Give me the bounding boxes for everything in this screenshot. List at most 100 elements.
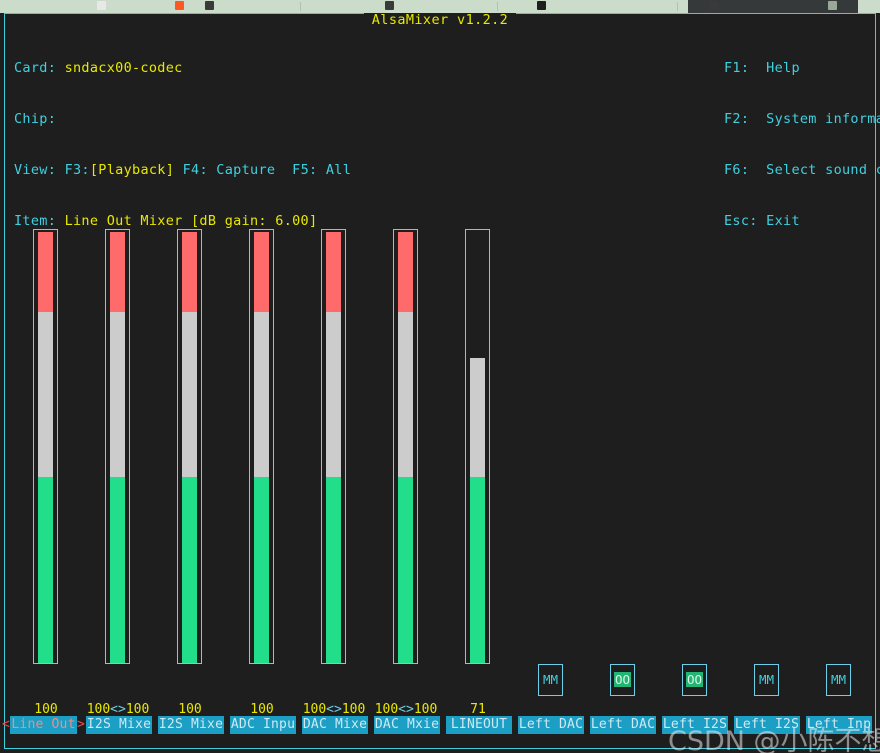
switch-label[interactable]: Left I2S: [734, 716, 800, 734]
tab-divider: [677, 2, 678, 11]
switch-state: OO: [613, 672, 632, 687]
volume-bar-green-segment: [326, 477, 341, 663]
volume-bar[interactable]: [249, 229, 274, 664]
volume-bar-green-segment: [182, 477, 197, 663]
channel-value: 100: [178, 702, 202, 717]
channel-value: 100: [34, 702, 58, 717]
volume-bar[interactable]: [33, 229, 58, 664]
selection-arrow-left: <: [2, 717, 10, 732]
switch-label[interactable]: Left DAC: [518, 716, 584, 734]
volume-bar-red-segment: [326, 232, 341, 312]
volume-bar-red-segment: [254, 232, 269, 312]
switch-box-left-i2s[interactable]: OO: [682, 664, 707, 696]
channel-value: 100<>100: [86, 702, 150, 717]
channel-label[interactable]: LINEOUT: [446, 716, 512, 734]
channel-label[interactable]: I2S Mixe: [158, 716, 224, 734]
alsamixer-screen: AlsaMixer v1.2.2 Card: sndacx00-codec Ch…: [0, 0, 880, 753]
switch-label[interactable]: Left Inp: [806, 716, 872, 734]
switch-label[interactable]: Left I2S: [662, 716, 728, 734]
switch-state: MM: [542, 672, 559, 687]
tab-favicon: [385, 1, 394, 10]
channel-value: 100<>100: [302, 702, 366, 717]
help-key: F1:: [724, 60, 750, 76]
volume-bar[interactable]: [393, 229, 418, 664]
help-row-f6[interactable]: F6: Select sound card: [724, 162, 880, 179]
channel-label[interactable]: DAC Mxie: [374, 716, 440, 734]
switch-state: MM: [758, 672, 775, 687]
volume-bar[interactable]: [105, 229, 130, 664]
tab-favicon: [828, 1, 837, 10]
view-label: View:: [14, 162, 57, 178]
switch-label[interactable]: Left DAC: [590, 716, 656, 734]
tab-divider: [300, 2, 301, 11]
help-key: F2:: [724, 111, 750, 127]
chip-row: Chip:: [14, 111, 351, 128]
help-text: Help: [766, 60, 800, 76]
volume-bar-grey-segment: [398, 312, 413, 477]
browser-tab[interactable]: [858, 0, 880, 13]
volume-bar-grey-segment: [110, 312, 125, 477]
volume-bar-green-segment: [470, 477, 485, 663]
channel-value: 100: [250, 702, 274, 717]
switch-state: MM: [830, 672, 847, 687]
volume-bar-grey-segment: [254, 312, 269, 477]
view-f3-key[interactable]: F3:: [65, 162, 90, 178]
tab-divider: [497, 2, 498, 11]
volume-bar-grey-segment: [470, 358, 485, 477]
channel-label[interactable]: DAC Mixe: [302, 716, 368, 734]
tab-favicon: [709, 1, 718, 10]
item-row: Item: Line Out Mixer [dB gain: 6.00]: [14, 213, 351, 230]
browser-tab[interactable]: [505, 0, 695, 13]
volume-bar[interactable]: [465, 229, 490, 664]
volume-bar-red-segment: [38, 232, 53, 312]
volume-bar-red-segment: [398, 232, 413, 312]
view-f4-key[interactable]: F4: Capture: [183, 162, 276, 178]
browser-tab[interactable]: [0, 0, 320, 13]
view-f5-key[interactable]: F5: All: [292, 162, 351, 178]
switch-box-left-i2s-2[interactable]: MM: [754, 664, 779, 696]
switch-box-left-input[interactable]: MM: [826, 664, 851, 696]
help-text: System information: [766, 111, 880, 127]
volume-bar-green-segment: [254, 477, 269, 663]
item-value: Line Out Mixer [dB gain: 6.00]: [64, 213, 318, 229]
help-text: Select sound card: [766, 162, 880, 178]
help-text: Exit: [766, 213, 800, 229]
volume-bar-green-segment: [110, 477, 125, 663]
view-row: View: F3:[Playback] F4: Capture F5: All: [14, 162, 351, 179]
volume-bar-green-segment: [38, 477, 53, 663]
window-title: AlsaMixer v1.2.2: [371, 12, 509, 28]
item-label: Item:: [14, 213, 57, 229]
volume-bar-grey-segment: [182, 312, 197, 477]
switch-state: OO: [685, 672, 704, 687]
volume-bar-grey-segment: [326, 312, 341, 477]
help-row-f1[interactable]: F1: Help: [724, 60, 880, 77]
help-keys: F1: Help F2: System information F6: Sele…: [724, 26, 880, 264]
switch-box-left-dac-2[interactable]: OO: [610, 664, 635, 696]
card-label: Card:: [14, 60, 57, 76]
help-key: Esc:: [724, 213, 758, 229]
tab-favicon: [97, 1, 106, 10]
help-row-f2[interactable]: F2: System information: [724, 111, 880, 128]
tab-favicon: [175, 1, 184, 10]
card-value: sndacx00-codec: [64, 60, 183, 76]
help-row-esc[interactable]: Esc: Exit: [724, 213, 880, 230]
tab-favicon: [205, 1, 214, 10]
switch-box-left-dac[interactable]: MM: [538, 664, 563, 696]
volume-bar-grey-segment: [38, 312, 53, 477]
volume-bar[interactable]: [321, 229, 346, 664]
selection-arrow-right: >: [77, 717, 85, 732]
channel-label[interactable]: ADC Inpu: [230, 716, 296, 734]
volume-bar[interactable]: [177, 229, 202, 664]
channel-label[interactable]: I2S Mixe: [86, 716, 152, 734]
chip-label: Chip:: [14, 111, 57, 127]
channel-value: 71: [470, 702, 486, 717]
channel-label-selected[interactable]: Line Out: [10, 716, 77, 734]
tab-favicon: [537, 1, 546, 10]
help-key: F6:: [724, 162, 750, 178]
card-row: Card: sndacx00-codec: [14, 60, 351, 77]
channel-value: 100<>100: [374, 702, 438, 717]
view-f3-value[interactable]: [Playback]: [90, 162, 174, 178]
volume-bar-red-segment: [110, 232, 125, 312]
volume-bar-red-segment: [182, 232, 197, 312]
volume-bar-green-segment: [398, 477, 413, 663]
